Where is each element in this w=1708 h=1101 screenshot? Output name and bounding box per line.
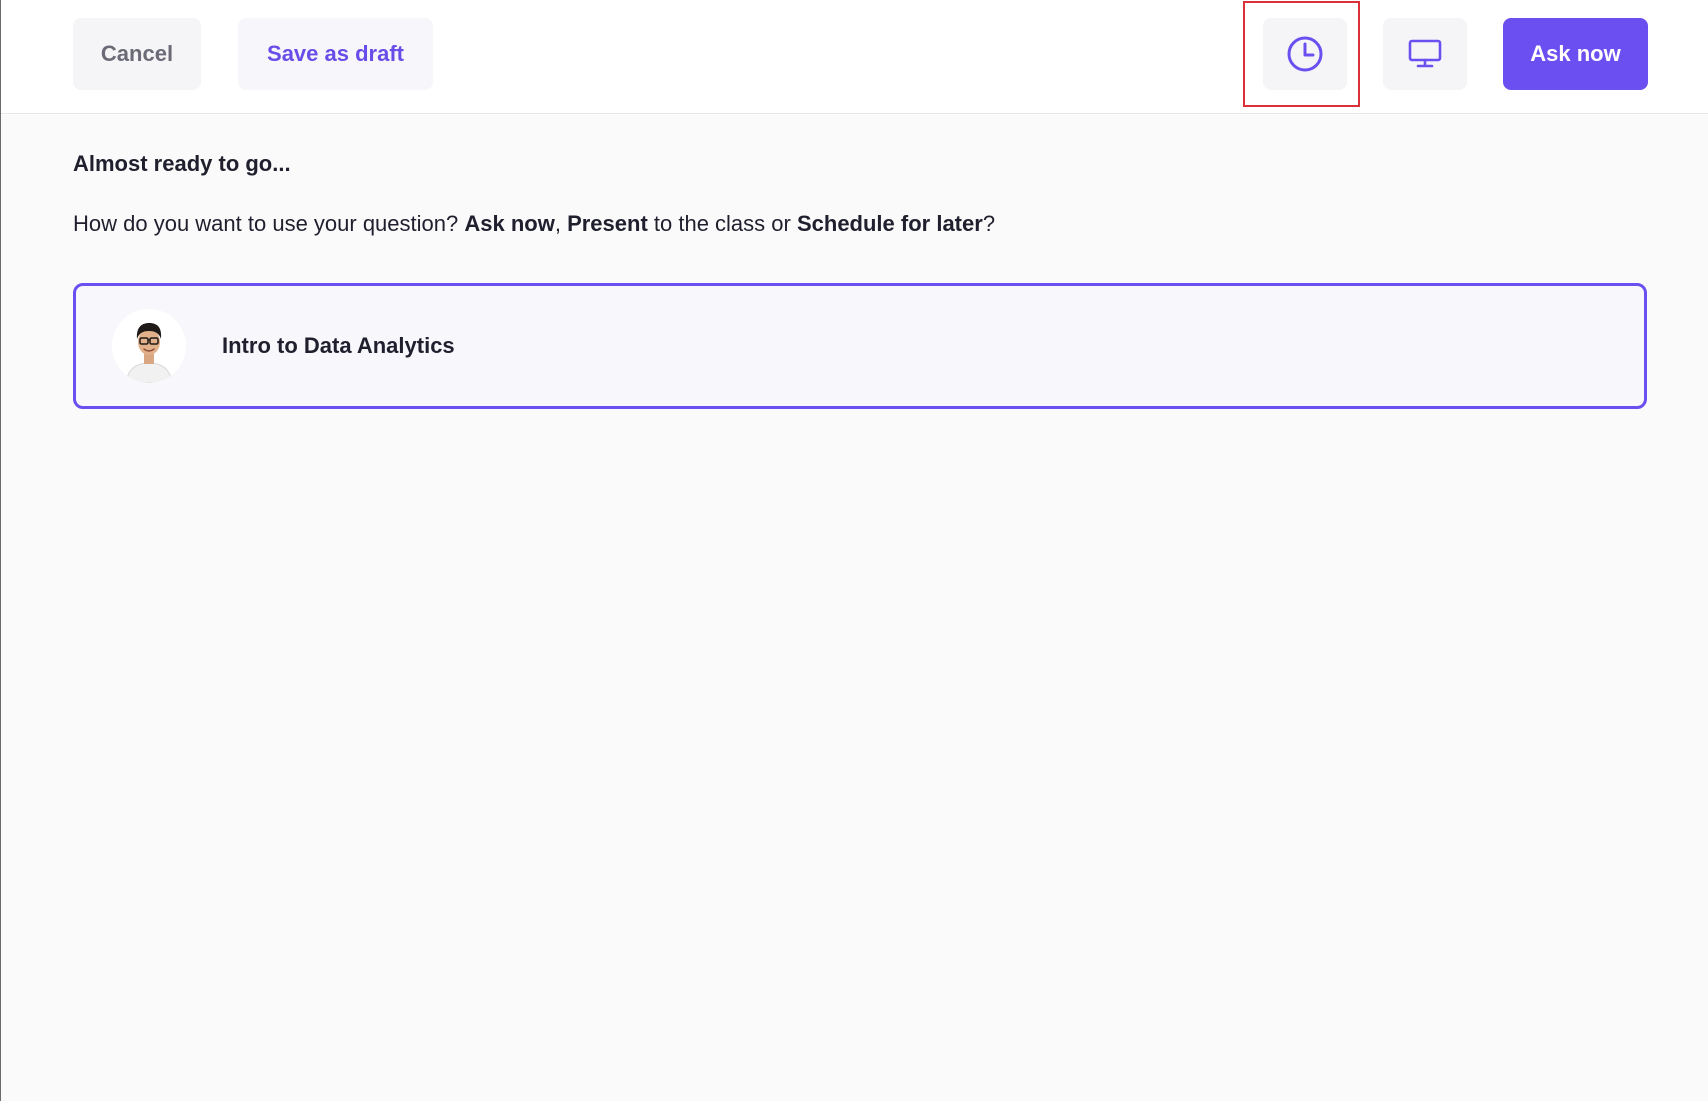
ask-now-button[interactable]: Ask now bbox=[1503, 18, 1648, 90]
page-heading: Almost ready to go... bbox=[73, 151, 291, 176]
save-as-draft-button[interactable]: Save as draft bbox=[238, 18, 433, 90]
question-text-2: to the class or bbox=[647, 211, 797, 236]
main-content: Almost ready to go... How do you want to… bbox=[1, 115, 1708, 1101]
monitor-icon bbox=[1408, 39, 1442, 68]
question-schedule: Schedule for later bbox=[796, 211, 983, 236]
class-card[interactable]: Intro to Data Analytics bbox=[73, 283, 1647, 409]
clock-icon bbox=[1287, 36, 1323, 72]
question-ask-now: Ask now bbox=[464, 211, 555, 236]
schedule-for-later-button[interactable] bbox=[1263, 18, 1347, 90]
present-button[interactable] bbox=[1383, 18, 1467, 90]
question-present: Present bbox=[567, 211, 648, 236]
question-end: ? bbox=[982, 211, 996, 236]
avatar bbox=[112, 309, 186, 383]
cancel-button[interactable]: Cancel bbox=[73, 18, 201, 90]
question-text-1: How do you want to use your question? bbox=[73, 211, 465, 236]
question-separator: , bbox=[554, 211, 568, 236]
class-name: Intro to Data Analytics bbox=[222, 333, 455, 358]
usage-question: How do you want to use your question? As… bbox=[73, 211, 995, 237]
top-toolbar: Cancel Save as draft Ask now bbox=[1, 0, 1708, 114]
